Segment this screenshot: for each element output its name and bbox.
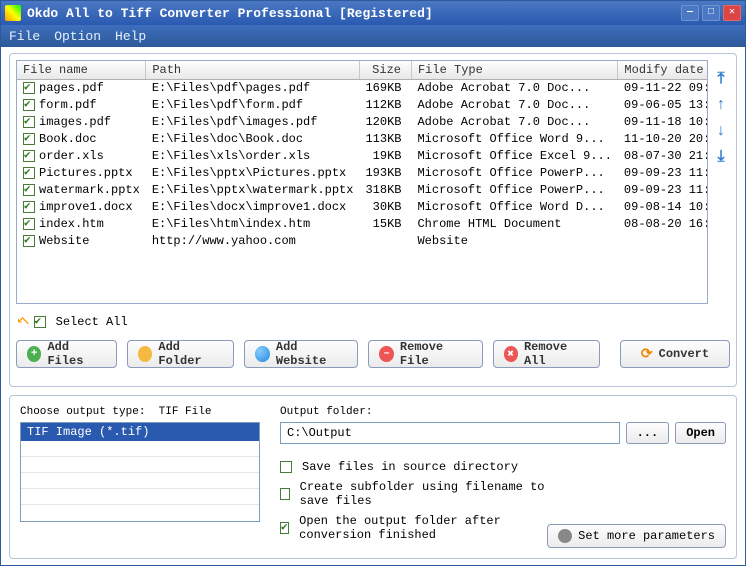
save-source-label: Save files in source directory xyxy=(302,460,518,474)
col-filetype[interactable]: File Type xyxy=(411,61,617,80)
remove-all-icon: ✖ xyxy=(504,346,518,362)
app-icon xyxy=(5,5,21,21)
app-window: Okdo All to Tiff Converter Professional … xyxy=(0,0,746,566)
col-filename[interactable]: File name xyxy=(17,61,146,80)
table-row[interactable]: index.htmE:\Files\htm\index.htm15KBChrom… xyxy=(17,216,708,233)
row-checkbox[interactable] xyxy=(23,99,35,111)
move-bottom-button[interactable]: ⤓ xyxy=(712,148,730,166)
table-row[interactable]: improve1.docxE:\Files\docx\improve1.docx… xyxy=(17,199,708,216)
convert-button[interactable]: ⟳Convert xyxy=(620,340,730,368)
close-button[interactable]: ✕ xyxy=(723,5,741,21)
menu-help[interactable]: Help xyxy=(115,29,146,44)
list-item[interactable]: TIF Image (*.tif) xyxy=(21,423,259,441)
create-subfolder-checkbox[interactable] xyxy=(280,488,290,500)
set-more-parameters-button[interactable]: Set more parameters xyxy=(547,524,726,548)
row-checkbox[interactable] xyxy=(23,218,35,230)
up-arrow-icon: ↰ xyxy=(12,312,33,333)
output-type-label: Choose output type: xyxy=(20,406,145,418)
row-checkbox[interactable] xyxy=(23,167,35,179)
col-modify[interactable]: Modify date xyxy=(618,61,708,80)
move-down-button[interactable]: ↓ xyxy=(712,122,730,140)
output-folder-label: Output folder: xyxy=(280,406,726,418)
table-row[interactable]: Book.docE:\Files\doc\Book.doc113KBMicros… xyxy=(17,131,708,148)
menu-bar: File Option Help xyxy=(1,25,745,47)
col-path[interactable]: Path xyxy=(146,61,360,80)
globe-icon xyxy=(255,346,269,362)
row-checkbox[interactable] xyxy=(23,116,35,128)
table-row[interactable]: watermark.pptxE:\Files\pptx\watermark.pp… xyxy=(17,182,708,199)
col-size[interactable]: Size xyxy=(359,61,411,80)
move-top-button[interactable]: ⤒ xyxy=(712,70,730,88)
table-row[interactable]: order.xlsE:\Files\xls\order.xls19KBMicro… xyxy=(17,148,708,165)
select-all-label: Select All xyxy=(56,315,128,329)
title-bar: Okdo All to Tiff Converter Professional … xyxy=(1,1,745,25)
table-row[interactable]: Websitehttp://www.yahoo.comWebsite xyxy=(17,233,708,250)
plus-icon: + xyxy=(27,346,41,362)
create-subfolder-label: Create subfolder using filename to save … xyxy=(300,480,548,508)
gear-icon xyxy=(558,529,572,543)
add-website-button[interactable]: Add Website xyxy=(244,340,358,368)
select-all-checkbox[interactable] xyxy=(34,316,46,328)
convert-icon: ⟳ xyxy=(641,346,653,363)
add-files-button[interactable]: +Add Files xyxy=(16,340,117,368)
remove-all-button[interactable]: ✖Remove All xyxy=(493,340,600,368)
open-after-label: Open the output folder after conversion … xyxy=(299,514,547,542)
row-checkbox[interactable] xyxy=(23,82,35,94)
table-row[interactable]: pages.pdfE:\Files\pdf\pages.pdf169KBAdob… xyxy=(17,80,708,97)
output-type-list[interactable]: TIF Image (*.tif) xyxy=(20,422,260,522)
row-checkbox[interactable] xyxy=(23,201,35,213)
menu-file[interactable]: File xyxy=(9,29,40,44)
menu-option[interactable]: Option xyxy=(54,29,101,44)
table-row[interactable]: form.pdfE:\Files\pdf\form.pdf112KBAdobe … xyxy=(17,97,708,114)
table-row[interactable]: Pictures.pptxE:\Files\pptx\Pictures.pptx… xyxy=(17,165,708,182)
minimize-button[interactable]: — xyxy=(681,5,699,21)
maximize-button[interactable]: □ xyxy=(702,5,720,21)
window-title: Okdo All to Tiff Converter Professional … xyxy=(27,6,681,21)
folder-icon xyxy=(138,346,152,362)
output-type-value: TIF File xyxy=(159,406,212,418)
row-checkbox[interactable] xyxy=(23,184,35,196)
remove-file-button[interactable]: –Remove File xyxy=(368,340,482,368)
table-row[interactable]: images.pdfE:\Files\pdf\images.pdf120KBAd… xyxy=(17,114,708,131)
move-up-button[interactable]: ↑ xyxy=(712,96,730,114)
save-source-checkbox[interactable] xyxy=(280,461,292,473)
row-checkbox[interactable] xyxy=(23,150,35,162)
add-folder-button[interactable]: Add Folder xyxy=(127,340,234,368)
output-folder-input[interactable] xyxy=(280,422,620,444)
browse-button[interactable]: ... xyxy=(626,422,670,444)
row-checkbox[interactable] xyxy=(23,133,35,145)
row-checkbox[interactable] xyxy=(23,235,35,247)
file-table[interactable]: File name Path Size File Type Modify dat… xyxy=(16,60,708,304)
open-button[interactable]: Open xyxy=(675,422,726,444)
minus-icon: – xyxy=(379,346,393,362)
open-after-checkbox[interactable] xyxy=(280,522,289,534)
